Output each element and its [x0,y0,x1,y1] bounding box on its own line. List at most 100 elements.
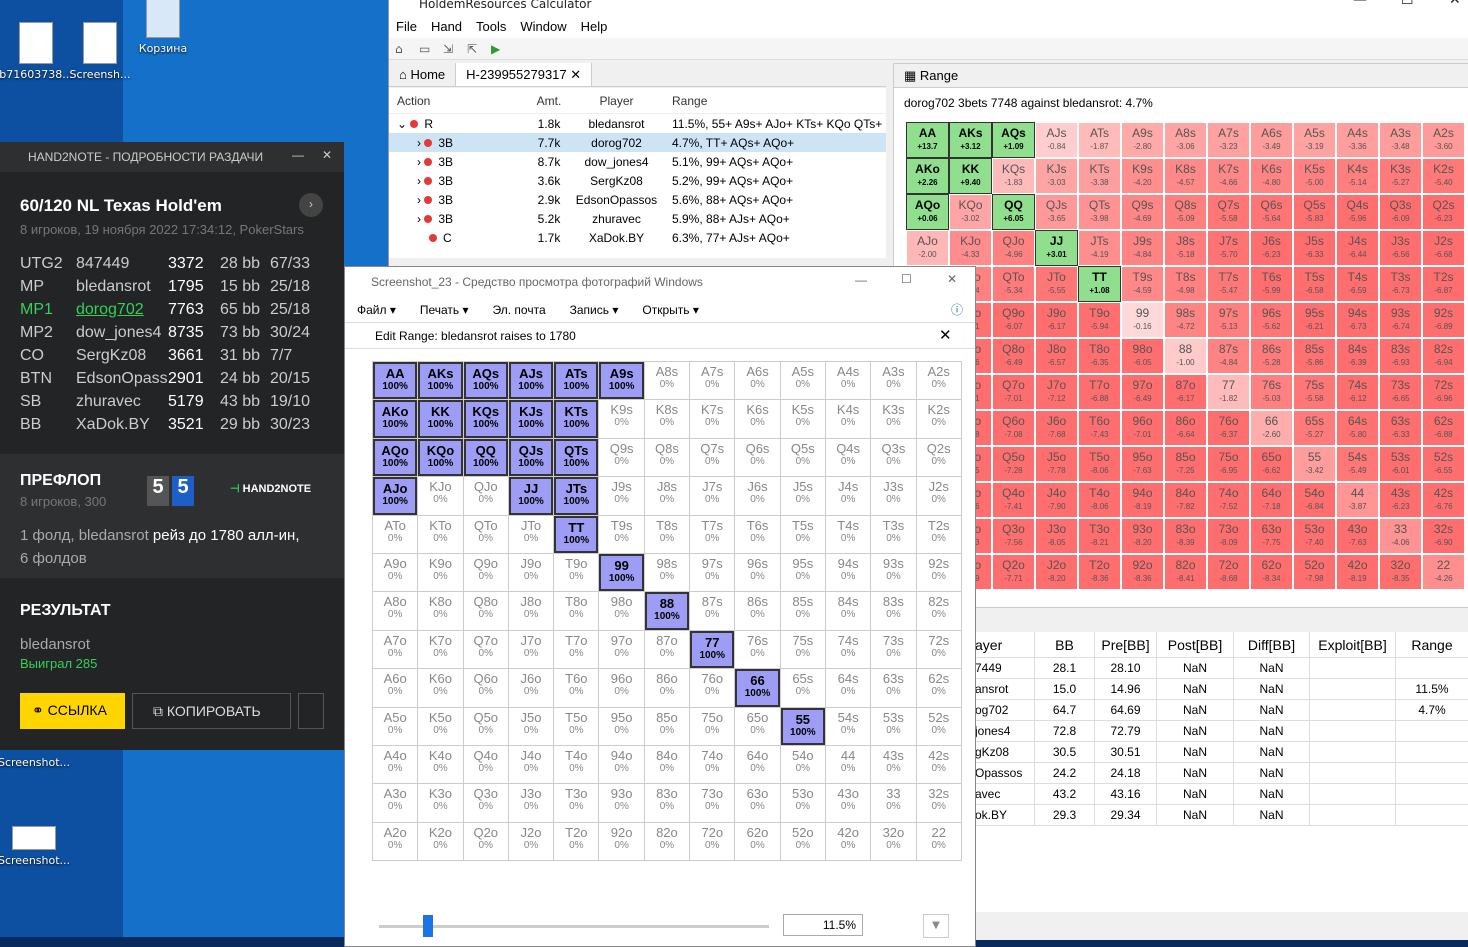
edit-range-cell[interactable]: 33 0% [871,784,916,822]
range-cell[interactable]: QJs -3.65 [1035,194,1078,230]
menu-window[interactable]: Window [513,19,573,34]
edit-range-cell[interactable]: T2o 0% [554,822,599,861]
edit-range-cell[interactable]: 42s 0% [916,745,961,784]
edit-range-cell[interactable]: A8o 0% [373,592,418,630]
edit-range-cell[interactable]: 76o 0% [690,669,735,707]
edit-range-cell[interactable]: K8o 0% [418,592,463,630]
range-cell[interactable]: J6s -6.23 [1250,230,1293,266]
range-cell[interactable]: 82s -6.94 [1422,338,1465,374]
col-range[interactable]: Range [664,94,884,108]
range-cell[interactable]: 84o -7.82 [1164,482,1207,518]
help-icon[interactable]: ⓘ [939,301,975,318]
range-cell[interactable]: 98s -4.72 [1164,302,1207,338]
range-cell[interactable]: Q6o -7.08 [992,410,1035,446]
range-cell[interactable]: Q7s -5.58 [1207,194,1250,230]
edit-range-cell[interactable]: A2s 0% [916,362,961,400]
stats-col-header[interactable]: Diff[BB] [1234,632,1310,657]
stats-col-header[interactable]: Exploit[BB] [1310,632,1396,657]
edit-range-cell[interactable]: T6o 0% [554,669,599,707]
edit-range-cell[interactable]: 82s 0% [916,592,961,630]
edit-range-cell[interactable]: Q5o 0% [463,707,508,745]
range-cell[interactable]: JTo -5.55 [1035,266,1078,302]
range-cell[interactable]: AKs +3.12 [949,122,992,158]
edit-range-cell[interactable]: AJo 100% [373,477,418,515]
range-cell[interactable]: T2s -6.87 [1422,266,1465,302]
range-cell[interactable]: J7o -7.12 [1035,374,1078,410]
table-row[interactable]: › 3B 7.7k dorog702 4.7%, TT+ AQs+ AQo+ [389,133,886,152]
desktop-icon-recycle-bin[interactable]: Корзина [123,0,203,55]
range-cell[interactable]: T5o -8.06 [1078,446,1121,482]
chevron-right-icon[interactable]: › [417,174,424,188]
edit-range-cell[interactable]: J8o 0% [508,592,554,630]
range-cell[interactable]: 92o -8.36 [1121,554,1164,590]
edit-range-cell[interactable]: 83s 0% [871,592,916,630]
edit-range-cell[interactable]: J4s 0% [825,477,871,515]
range-cell[interactable]: KJo -4.33 [949,230,992,266]
edit-range-cell[interactable]: QTs 100% [554,438,599,477]
edit-range-cell[interactable]: QJo 0% [463,477,508,515]
range-cell[interactable]: T5s -6.58 [1293,266,1336,302]
close-icon[interactable]: ✕ [570,67,581,82]
import-icon[interactable]: ⇲ [443,42,459,56]
edit-range-cell[interactable]: T9s 0% [599,515,644,553]
range-cell[interactable]: K3s -5.27 [1379,158,1422,194]
edit-range-cell[interactable]: KK 100% [418,400,463,438]
edit-range-cell[interactable]: T4s 0% [825,515,871,553]
edit-range-cell[interactable]: J9o 0% [508,553,554,592]
edit-range-cell[interactable]: Q8o 0% [463,592,508,630]
edit-range-cell[interactable]: 52o 0% [780,822,825,861]
range-cell[interactable]: 98o -6.05 [1121,338,1164,374]
range-cell[interactable]: T7s -5.47 [1207,266,1250,302]
edit-range-cell[interactable]: 43o 0% [825,784,871,822]
range-cell[interactable]: 96o -7.01 [1121,410,1164,446]
tab-hand[interactable]: H-239955279317 ✕ [456,63,593,86]
range-cell[interactable]: 44 -3.87 [1336,482,1379,518]
range-cell[interactable]: Q6s -5.64 [1250,194,1293,230]
menu-burn[interactable]: Запись ▾ [558,303,631,317]
player-row[interactable]: BB XaDok.BY 3521 29 bb 30/23 [20,413,330,436]
range-cell[interactable]: Q9s -4.69 [1121,194,1164,230]
range-cell[interactable]: T6o -7.43 [1078,410,1121,446]
edit-range-cell[interactable]: 93s 0% [871,553,916,592]
edit-range-cell[interactable]: Q2s 0% [916,438,961,477]
edit-range-cell[interactable]: T5o 0% [554,707,599,745]
range-cell[interactable]: A6s -3.49 [1250,122,1293,158]
edit-range-cell[interactable]: 77 100% [690,630,735,669]
edit-range-cell[interactable]: J7o 0% [508,630,554,669]
edit-range-cell[interactable]: 55 100% [780,707,825,745]
range-cell[interactable]: 32s -6.90 [1422,518,1465,554]
range-cell[interactable]: 94o -8.19 [1121,482,1164,518]
range-cell[interactable]: 97s -5.13 [1207,302,1250,338]
menu-hand[interactable]: Hand [424,19,469,34]
menu-email[interactable]: Эл. почта [481,303,558,317]
table-row[interactable]: › 3B 2.9k EdsonOpassos 5.6%, 88+ AQs+ AQo+ [389,190,886,209]
range-cell[interactable]: ATs -1.87 [1078,122,1121,158]
edit-range-cell[interactable]: ATo 0% [373,515,418,553]
edit-range-cell[interactable]: T4o 0% [554,745,599,784]
edit-range-cell[interactable]: 76s 0% [735,630,780,669]
range-cell[interactable]: 32o -8.35 [1379,554,1422,590]
range-cell[interactable]: 88 -1.00 [1164,338,1207,374]
edit-range-cell[interactable]: Q4o 0% [463,745,508,784]
stats-row[interactable]: ansrot 15.0 14.96 NaN NaN 11.5% [975,679,1468,700]
edit-range-cell[interactable]: 73o 0% [690,784,735,822]
stats-row[interactable]: ok.BY 29.3 29.34 NaN NaN [975,805,1468,826]
edit-range-cell[interactable]: Q9o 0% [463,553,508,592]
range-percent-input[interactable]: 11.5% [783,914,863,936]
range-cell[interactable]: 75o -6.95 [1207,446,1250,482]
range-cell[interactable]: K8s -4.57 [1164,158,1207,194]
edit-range-cell[interactable]: A8s 0% [644,362,690,400]
edit-range-cell[interactable]: 97o 0% [599,630,644,669]
col-action[interactable]: Action [389,94,529,108]
range-cell[interactable]: 72s -6.96 [1422,374,1465,410]
range-cell[interactable]: Q4s -5.96 [1336,194,1379,230]
edit-range-cell[interactable]: 86s 0% [735,592,780,630]
range-cell[interactable]: J5o -7.78 [1035,446,1078,482]
range-cell[interactable]: JJ +3.01 [1035,230,1078,266]
edit-range-cell[interactable]: K5s 0% [780,400,825,438]
edit-range-cell[interactable]: 95o 0% [599,707,644,745]
range-cell[interactable]: 43o -7.63 [1336,518,1379,554]
edit-range-cell[interactable]: K3o 0% [418,784,463,822]
edit-range-cell[interactable]: AKo 100% [373,400,418,438]
edit-range-cell[interactable]: T8s 0% [644,515,690,553]
